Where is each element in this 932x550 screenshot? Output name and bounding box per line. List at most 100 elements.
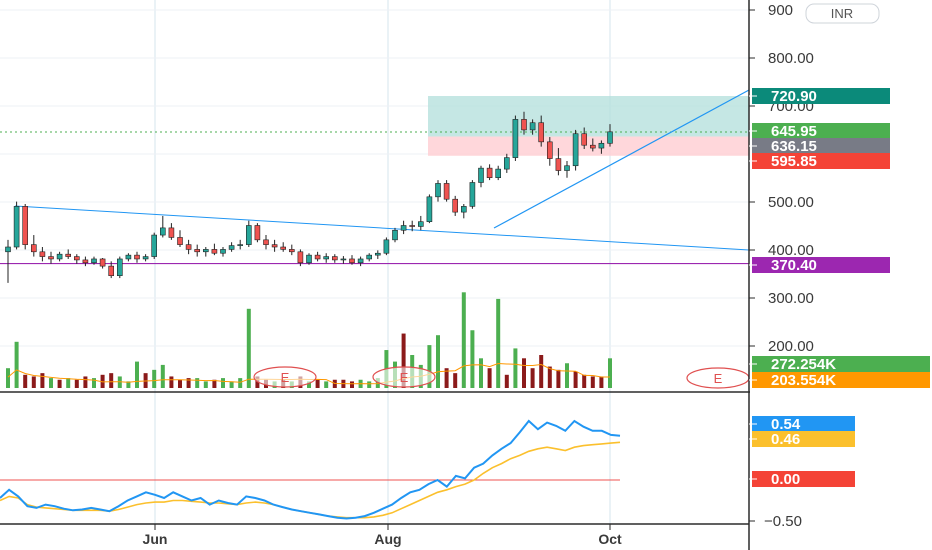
candle-body <box>314 254 321 260</box>
currency-label[interactable]: INR <box>831 6 853 21</box>
volume-bar <box>453 373 458 388</box>
volume-bar <box>367 381 372 388</box>
candle-body <box>349 258 355 264</box>
oscillator-tag-box[interactable] <box>752 431 855 447</box>
volume-bar <box>530 368 535 388</box>
candle-body <box>443 183 450 200</box>
volume-bar <box>169 376 174 388</box>
candle-body <box>607 131 613 144</box>
currency-badge[interactable]: INR <box>805 3 880 24</box>
volume-bar <box>522 358 526 388</box>
candle-body <box>598 142 605 149</box>
oscillator-tag-label: 0.00 <box>771 471 800 488</box>
candle-body <box>503 157 510 170</box>
candle-body <box>99 258 106 267</box>
candle-body <box>426 196 433 222</box>
candle-body <box>134 254 140 260</box>
candle-body <box>546 141 553 159</box>
candle-body <box>366 254 373 260</box>
oscillator-tag-box[interactable] <box>752 471 855 487</box>
volume-bar <box>504 374 509 388</box>
candle-body <box>177 237 183 245</box>
volume-bar <box>178 379 182 388</box>
candle-body <box>306 254 312 264</box>
volume-bar <box>573 371 578 388</box>
candle-body <box>263 239 269 245</box>
price-tick-label: 800.00 <box>768 50 814 67</box>
candle-body <box>56 253 63 260</box>
candle-body <box>340 258 347 261</box>
candle-body <box>409 225 416 227</box>
volume-tag[interactable]: 203.554K <box>749 372 930 389</box>
candle-body <box>555 158 562 171</box>
candle-body <box>91 258 97 264</box>
volume-bar <box>221 378 225 388</box>
candle-body <box>82 259 89 264</box>
candle-body <box>246 225 252 245</box>
candle-body <box>538 122 545 143</box>
candle-body <box>564 165 570 171</box>
candle-body <box>521 119 527 131</box>
oscillator-tag-box[interactable] <box>752 416 855 432</box>
volume-bar <box>83 376 88 388</box>
chart-background <box>0 0 932 550</box>
candle-body <box>512 119 519 158</box>
price-tick-label: 500.00 <box>768 194 814 211</box>
volume-tag[interactable]: 272.254K <box>749 356 930 373</box>
earnings-marker-label: E <box>400 370 409 385</box>
volume-bar <box>470 330 475 388</box>
candle-body <box>5 246 11 253</box>
volume-bar <box>324 381 329 388</box>
candle-body <box>288 249 295 253</box>
candle-body <box>435 183 441 198</box>
volume-bar <box>160 364 165 388</box>
price-tag[interactable]: 370.40 <box>749 257 890 274</box>
candle-body <box>22 206 29 245</box>
price-tag-label: 370.40 <box>771 257 817 274</box>
candle-body <box>529 122 536 131</box>
candle-body <box>374 252 381 256</box>
price-tick-label: 900 <box>768 2 793 19</box>
volume-bar <box>14 341 19 388</box>
volume-bar <box>436 335 440 388</box>
volume-bar <box>195 378 200 388</box>
volume-bar <box>203 381 208 388</box>
volume-bar <box>556 369 561 388</box>
volume-bar <box>238 378 243 388</box>
volume-bar <box>135 361 139 388</box>
volume-bar <box>49 378 53 388</box>
volume-bar <box>152 369 157 388</box>
candle-body <box>125 254 132 260</box>
candle-body <box>117 258 123 276</box>
candle-body <box>589 144 596 149</box>
volume-bar <box>6 368 10 388</box>
candle-body <box>237 244 243 246</box>
candle-body <box>280 246 287 250</box>
stop-zone <box>428 136 749 156</box>
candle-body <box>65 253 71 257</box>
oscillator-tag[interactable]: 0.00 <box>749 471 855 488</box>
candle-body <box>194 249 200 253</box>
volume-bar <box>350 381 354 388</box>
earnings-marker-label: E <box>714 371 723 386</box>
price-tag-label: 595.85 <box>771 153 817 170</box>
chart-canvas: EEE 900800.00700.00500.00400.00300.00200… <box>0 0 932 550</box>
candle-body <box>48 256 54 260</box>
candle-body <box>30 244 37 253</box>
volume-bar <box>487 368 492 388</box>
oscillator-tag[interactable]: 0.46 <box>749 431 855 448</box>
candle-body <box>254 225 261 241</box>
volume-bar <box>23 374 28 388</box>
time-tick-label: Oct <box>598 531 622 547</box>
candle-body <box>271 244 278 248</box>
volume-bar <box>608 358 612 388</box>
volume-bar <box>565 363 569 388</box>
volume-bar <box>513 348 518 388</box>
price-tag[interactable]: 595.85 <box>749 153 890 170</box>
oscillator-tag[interactable]: 0.54 <box>749 416 855 433</box>
price-tag[interactable]: 720.90 <box>749 88 890 105</box>
candle-body <box>495 168 502 178</box>
volume-bar <box>496 298 501 388</box>
volume-bar <box>31 376 36 388</box>
candle-body <box>469 182 476 207</box>
